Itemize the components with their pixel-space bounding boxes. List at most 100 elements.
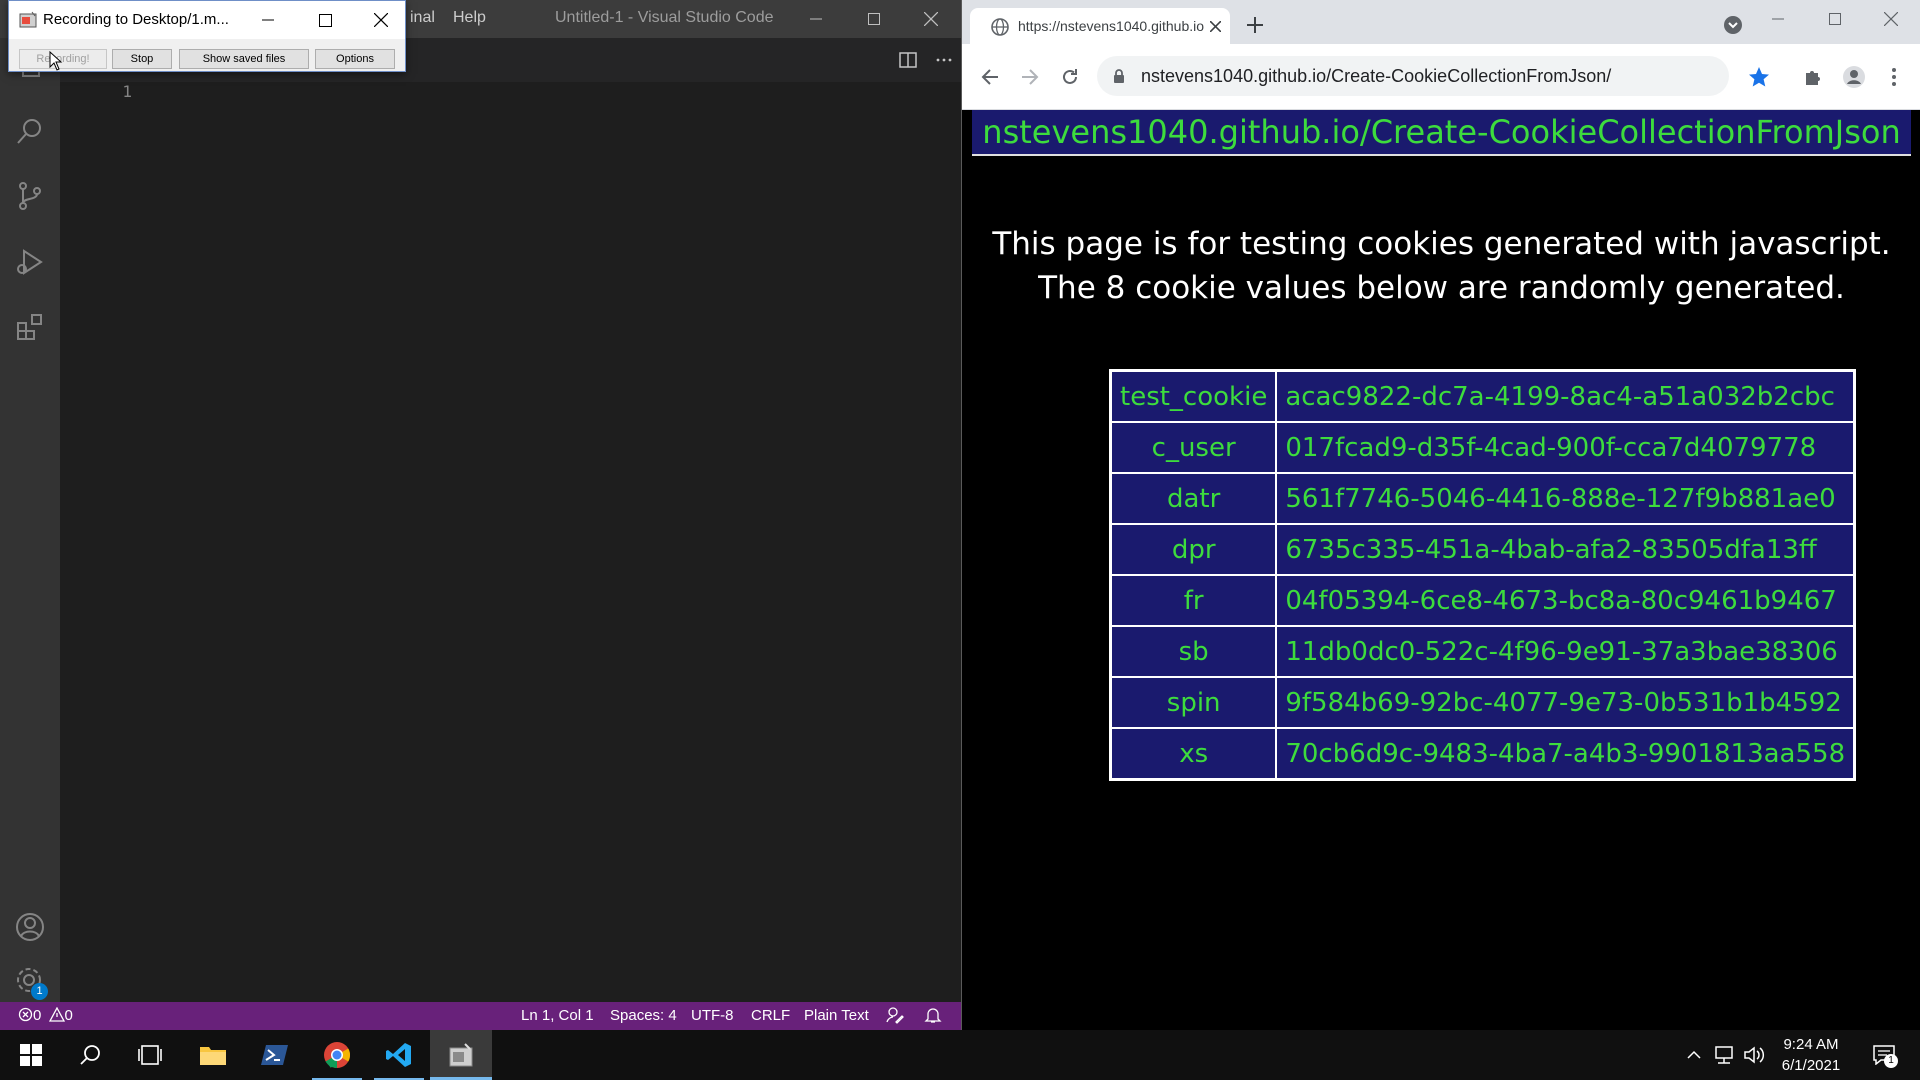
show-hidden-icons-button[interactable] — [1683, 1044, 1705, 1066]
back-button[interactable] — [975, 62, 1005, 92]
vscode-maximize-button[interactable] — [851, 0, 897, 38]
chrome-minimize-button[interactable] — [1755, 0, 1801, 38]
volume-button[interactable] — [1743, 1044, 1765, 1066]
account-icon — [16, 913, 44, 941]
accounts-button[interactable] — [0, 900, 60, 954]
feedback-button[interactable] — [886, 1006, 904, 1028]
cookie-value: 6735c335-451a-4bab-afa2-83505dfa13ff — [1276, 524, 1855, 575]
search-icon — [80, 1045, 100, 1065]
recorder-app-icon — [19, 11, 37, 28]
new-tab-button[interactable] — [1243, 13, 1267, 37]
source-control-button[interactable] — [0, 169, 60, 223]
error-icon — [18, 1007, 33, 1022]
search-button[interactable] — [0, 104, 60, 158]
extensions-button[interactable] — [0, 300, 60, 354]
profile-button[interactable] — [1839, 62, 1869, 92]
cookie-value: 9f584b69-92bc-4077-9e73-0b531b1b4592 — [1276, 677, 1855, 728]
address-bar[interactable]: nstevens1040.github.io/Create-CookieColl… — [1097, 56, 1729, 96]
menu-help[interactable]: Help — [453, 9, 486, 27]
recorder-maximize-button[interactable] — [303, 1, 347, 39]
chrome-close-button[interactable] — [1868, 0, 1914, 38]
split-editor-button[interactable] — [890, 38, 926, 82]
chrome-taskbar-button[interactable] — [306, 1030, 368, 1080]
options-button[interactable]: Options — [315, 49, 395, 69]
warning-count: 0 — [64, 1007, 73, 1024]
intro-line-2: The 8 cookie values below are randomly g… — [1038, 270, 1845, 306]
show-saved-files-button[interactable]: Show saved files — [179, 49, 309, 69]
cookie-table: test_cookie acac9822-dc7a-4199-8ac4-a51a0… — [1109, 369, 1857, 781]
more-actions-button[interactable] — [926, 38, 962, 82]
feedback-icon — [886, 1007, 904, 1024]
recording-button[interactable]: Recording! — [19, 49, 107, 69]
chrome-tab-strip: https://nstevens1040.github.io/Create-Co… — [962, 0, 1920, 44]
browser-tab[interactable]: https://nstevens1040.github.io/Create-Co… — [970, 8, 1230, 44]
arrow-left-icon — [981, 69, 998, 85]
run-debug-button[interactable] — [0, 235, 60, 289]
start-button[interactable] — [0, 1030, 62, 1080]
tab-close-button[interactable] — [1206, 17, 1224, 35]
recorder-title: Recording to Desktop/1.m... — [43, 11, 229, 28]
tab-title: https://nstevens1040.github.io/Create-Co… — [1018, 18, 1204, 34]
encoding-status[interactable]: UTF-8 — [691, 1007, 734, 1024]
notifications-button[interactable] — [924, 1006, 942, 1028]
split-editor-icon — [899, 52, 917, 68]
vscode-close-button[interactable] — [908, 0, 954, 38]
eol-status[interactable]: CRLF — [751, 1007, 790, 1024]
language-mode[interactable]: Plain Text — [804, 1007, 869, 1024]
stop-button[interactable]: Stop — [112, 49, 172, 69]
ellipsis-icon — [936, 58, 952, 62]
cookie-name: xs — [1111, 728, 1277, 779]
bookmark-star-icon[interactable] — [1748, 66, 1770, 88]
menu-terminal[interactable]: inal — [410, 9, 435, 27]
cookie-name: test_cookie — [1111, 371, 1277, 422]
chevron-up-icon — [1687, 1050, 1701, 1059]
powershell-icon — [261, 1045, 288, 1065]
task-view-button[interactable] — [119, 1030, 181, 1080]
recorder-minimize-button[interactable] — [246, 1, 290, 39]
table-row: fr 04f05394-6ce8-4673-bc8a-80c9461b9467 — [1111, 575, 1855, 626]
forward-button[interactable] — [1015, 62, 1045, 92]
network-button[interactable] — [1713, 1044, 1735, 1066]
indentation-status[interactable]: Spaces: 4 — [610, 1007, 677, 1024]
chevron-down-icon — [1724, 16, 1742, 34]
tab-search-button[interactable] — [1720, 12, 1746, 38]
cookie-name: datr — [1111, 473, 1277, 524]
clock-date: 6/1/2021 — [1781, 1057, 1841, 1074]
taskbar-search-button[interactable] — [59, 1030, 121, 1080]
close-icon — [924, 12, 938, 26]
vscode-minimize-button[interactable] — [793, 0, 839, 38]
table-row: dpr 6735c335-451a-4bab-afa2-83505dfa13ff — [1111, 524, 1855, 575]
system-clock[interactable]: 9:24 AM 6/1/2021 — [1768, 1034, 1854, 1076]
editor-area[interactable]: 1 — [60, 82, 961, 1002]
lock-icon — [1114, 69, 1124, 83]
settings-badge: 1 — [31, 983, 48, 1000]
arrow-right-icon — [1022, 69, 1039, 85]
minimize-icon — [262, 19, 274, 21]
problems-indicator[interactable]: 0 0 — [18, 1006, 73, 1024]
speaker-icon — [1744, 1046, 1765, 1064]
action-center-button[interactable]: 1 — [1869, 1044, 1899, 1068]
cursor-position[interactable]: Ln 1, Col 1 — [521, 1007, 594, 1024]
chrome-maximize-button[interactable] — [1812, 0, 1858, 38]
site-header-link[interactable]: nstevens1040.github.io/Create-CookieColl… — [982, 113, 1900, 151]
cookie-value: 11db0dc0-522c-4f96-9e91-37a3bae38306 — [1276, 626, 1855, 677]
cookie-name: sb — [1111, 626, 1277, 677]
recorder-taskbar-button[interactable] — [430, 1030, 492, 1080]
powershell-taskbar-button[interactable] — [244, 1030, 306, 1080]
cookie-value: 04f05394-6ce8-4673-bc8a-80c9461b9467 — [1276, 575, 1855, 626]
extensions-button[interactable] — [1798, 62, 1828, 92]
cookie-name: spin — [1111, 677, 1277, 728]
manage-button[interactable]: 1 — [0, 954, 60, 1008]
table-row: sb 11db0dc0-522c-4f96-9e91-37a3bae38306 — [1111, 626, 1855, 677]
maximize-icon — [1829, 13, 1841, 25]
intro-line-1: This page is for testing cookies generat… — [992, 226, 1891, 262]
reload-button[interactable] — [1055, 62, 1085, 92]
chrome-menu-button[interactable] — [1879, 62, 1909, 92]
chrome-toolbar: nstevens1040.github.io/Create-CookieColl… — [962, 44, 1920, 110]
vscode-taskbar-button[interactable] — [368, 1030, 430, 1080]
recorder-close-button[interactable] — [359, 1, 403, 39]
web-page: nstevens1040.github.io/Create-CookieColl… — [962, 110, 1920, 1030]
cookie-value: 017fcad9-d35f-4cad-900f-cca7d4079778 — [1276, 422, 1855, 473]
file-explorer-taskbar-button[interactable] — [182, 1030, 244, 1080]
close-icon — [1209, 20, 1221, 32]
